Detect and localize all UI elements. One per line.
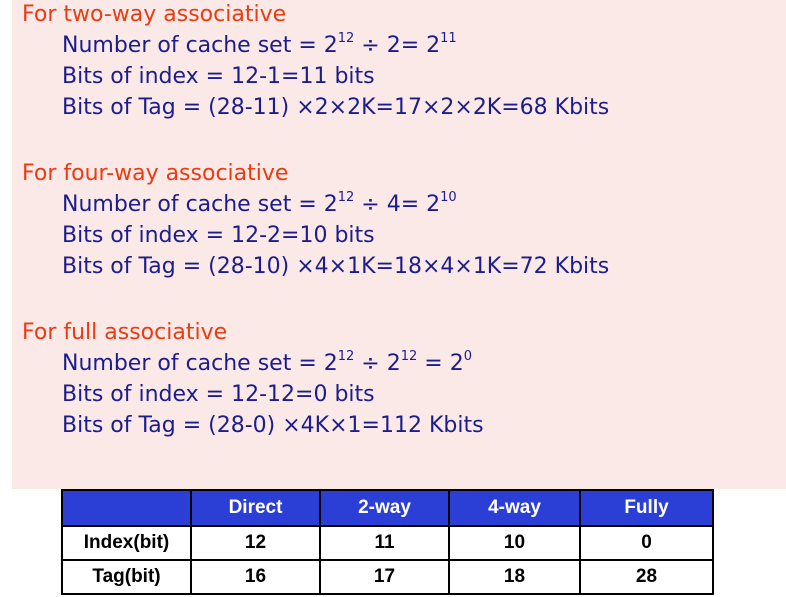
table-cell: 0 <box>579 525 714 561</box>
table-cell: 18 <box>448 559 581 595</box>
table-cell: 16 <box>190 559 321 595</box>
table-header-cell: 4-way <box>448 489 581 527</box>
table-header-row: Direct 2-way 4-way Fully <box>61 489 714 527</box>
table-row: Tag(bit) 16 17 18 28 <box>61 559 714 595</box>
index-bits-line: Bits of index = 12-1=11 bits <box>62 64 375 89</box>
cache-set-line: Number of cache set = 212 ÷ 212 = 20 <box>22 348 484 379</box>
exponent: 11 <box>440 30 457 46</box>
table-cell: 28 <box>579 559 714 595</box>
table-header-cell: Fully <box>579 489 714 527</box>
formula-text: = 2 <box>417 351 464 376</box>
table-cell: 11 <box>319 525 450 561</box>
table-cell: 17 <box>319 559 450 595</box>
formula-text: ÷ 4= 2 <box>354 192 441 217</box>
tag-bits-line: Bits of Tag = (28-10) ×4×1K=18×4×1K=72 K… <box>62 254 610 279</box>
exponent: 12 <box>337 30 355 46</box>
table-cell: 12 <box>190 525 321 561</box>
formula-text: ÷ 2= 2 <box>354 33 441 58</box>
row-label: Tag(bit) <box>61 559 192 595</box>
table-header-cell <box>61 489 192 527</box>
exponent: 12 <box>337 189 355 205</box>
two-way-section: For two-way associative Number of cache … <box>22 0 609 123</box>
exponent: 12 <box>337 348 355 364</box>
table-cell: 10 <box>448 525 581 561</box>
table-header-cell: 2-way <box>319 489 450 527</box>
index-bits-line: Bits of index = 12-12=0 bits <box>62 382 375 407</box>
cache-set-line: Number of cache set = 212 ÷ 4= 210 <box>22 189 609 220</box>
four-way-section: For four-way associative Number of cache… <box>22 159 609 282</box>
full-associative-section: For full associative Number of cache set… <box>22 318 484 441</box>
row-label: Index(bit) <box>61 525 192 561</box>
section-heading: For four-way associative <box>22 161 289 186</box>
formula-text: Number of cache set = 2 <box>62 351 338 376</box>
table-header-cell: Direct <box>190 489 321 527</box>
section-heading: For full associative <box>22 320 228 345</box>
table-row: Index(bit) 12 11 10 0 <box>61 525 714 561</box>
formula-text: Number of cache set = 2 <box>62 192 338 217</box>
exponent: 12 <box>400 348 418 364</box>
exponent: 0 <box>463 348 472 364</box>
tag-bits-line: Bits of Tag = (28-11) ×2×2K=17×2×2K=68 K… <box>62 95 610 120</box>
index-bits-line: Bits of index = 12-2=10 bits <box>62 223 375 248</box>
comparison-table: Direct 2-way 4-way Fully Index(bit) 12 1… <box>61 489 714 595</box>
formula-text: ÷ 2 <box>354 351 401 376</box>
section-heading: For two-way associative <box>22 2 287 27</box>
cache-set-line: Number of cache set = 212 ÷ 2= 211 <box>22 30 609 61</box>
exponent: 10 <box>440 189 457 205</box>
calculation-panel: For two-way associative Number of cache … <box>12 0 786 489</box>
tag-bits-line: Bits of Tag = (28-0) ×4K×1=112 Kbits <box>62 413 484 438</box>
formula-text: Number of cache set = 2 <box>62 33 338 58</box>
